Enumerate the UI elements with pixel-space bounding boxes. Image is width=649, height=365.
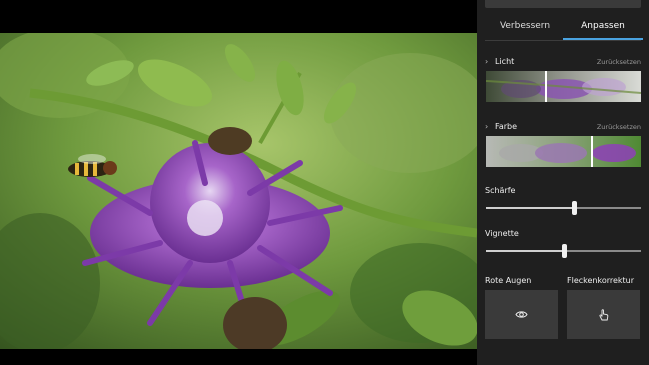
color-preview-thumbnails [486, 136, 641, 167]
color-reset-link[interactable]: Zurücksetzen [597, 123, 641, 131]
panel-top-bar [485, 0, 641, 8]
tab-divider [485, 40, 641, 41]
light-reset-link[interactable]: Zurücksetzen [597, 58, 641, 66]
vignette-slider-thumb[interactable] [562, 244, 567, 258]
chevron-right-icon: › [485, 122, 489, 131]
tab-adjust[interactable]: Anpassen [563, 14, 643, 40]
spot-fix-label: Fleckenkorrektur [567, 276, 635, 285]
photo-preview[interactable] [0, 33, 477, 349]
red-eye-button[interactable] [485, 290, 558, 339]
sharpness-slider-fill [486, 207, 574, 209]
vignette-slider-fill [486, 250, 564, 252]
edit-panel: Verbessern Anpassen › Licht Zurücksetzen [477, 0, 649, 365]
red-eye-label: Rote Augen [485, 276, 532, 285]
photo-canvas-area [0, 0, 477, 365]
light-section-header[interactable]: › Licht Zurücksetzen [485, 57, 641, 69]
touch-hand-icon [599, 309, 609, 321]
chevron-right-icon: › [485, 57, 489, 66]
color-section-header[interactable]: › Farbe Zurücksetzen [485, 122, 641, 134]
light-title: Licht [495, 57, 515, 66]
sharpness-slider[interactable] [486, 201, 641, 215]
light-level-marker[interactable] [545, 71, 547, 102]
color-title: Farbe [495, 122, 518, 131]
color-level-marker[interactable] [591, 136, 593, 167]
eye-icon [515, 311, 528, 318]
edit-tabs: Verbessern Anpassen [477, 14, 649, 40]
tab-enhance[interactable]: Verbessern [485, 14, 565, 40]
vignette-slider[interactable] [486, 244, 641, 258]
spot-fix-button[interactable] [567, 290, 640, 339]
sharpness-label: Schärfe [485, 186, 516, 195]
flower-photo [0, 33, 477, 349]
color-adjust-strip[interactable] [486, 136, 641, 167]
light-adjust-strip[interactable] [486, 71, 641, 102]
vignette-label: Vignette [485, 229, 519, 238]
sharpness-slider-thumb[interactable] [572, 201, 577, 215]
light-preview-thumbnails [486, 71, 641, 102]
